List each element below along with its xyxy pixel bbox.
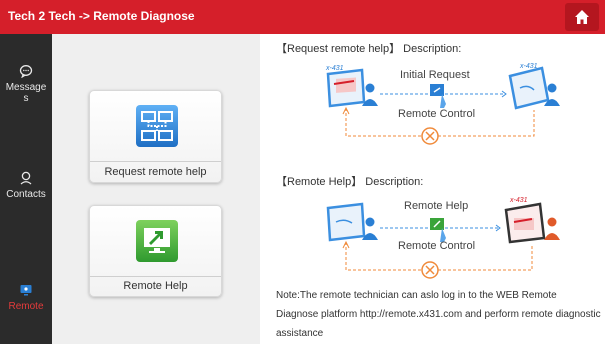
home-button[interactable] (565, 3, 599, 31)
sidebar-item-label: Remote (8, 301, 44, 312)
sidebar-item-contacts[interactable]: Contacts (0, 171, 52, 200)
remote-control-label: Remote Control (398, 240, 476, 252)
action-panel: Request remote help Remote Help (52, 34, 260, 344)
remote-help-label: Remote Help (123, 280, 188, 292)
home-icon (575, 10, 589, 24)
section-title: 【Remote Help】 Description: (276, 176, 424, 188)
screen-arrow-icon (136, 220, 178, 262)
tools-icon (421, 261, 439, 279)
sidebar-item-remote[interactable]: Remote (0, 283, 52, 312)
remote-help-diagram-label: Remote Help (404, 200, 469, 212)
message-icon (19, 65, 33, 78)
sidebar-item-label: Contacts (6, 189, 46, 200)
tablet-right-icon (504, 202, 546, 244)
title-bar: Tech 2 Tech -> Remote Diagnose (0, 0, 605, 34)
contacts-icon (20, 171, 32, 185)
card-divider (90, 161, 221, 162)
request-remote-help-label: Request remote help (104, 166, 207, 178)
svg-text:x-431: x-431 (325, 65, 344, 72)
card-divider (90, 276, 221, 277)
sidebar: Messages Contacts Remote (0, 34, 52, 344)
initial-request-label: Initial Request (400, 69, 470, 81)
request-help-diagram: x-431 x-431 Initial Request Remote Contr… (320, 58, 560, 148)
cursor-icon (430, 218, 446, 242)
tablet-right-icon (508, 66, 550, 110)
section-title: 【Request remote help】 Description: (276, 43, 462, 55)
remote-icon (20, 285, 32, 296)
svg-text:x-431: x-431 (519, 63, 538, 70)
tools-icon (421, 127, 439, 145)
note-text: Note:The remote technician can aslo log … (276, 290, 601, 339)
page-title: Tech 2 Tech -> Remote Diagnose (8, 9, 195, 23)
remote-help-diagram: x-431 Remote Help Remote Control (320, 192, 560, 282)
tablet-left-icon (326, 68, 366, 108)
cursor-icon (430, 84, 446, 108)
svg-text:x-431: x-431 (509, 197, 528, 204)
sidebar-item-messages[interactable]: Messages (0, 64, 52, 104)
network-share-icon (136, 105, 178, 147)
remote-control-label: Remote Control (398, 108, 476, 120)
remote-help-button[interactable]: Remote Help (89, 205, 222, 297)
app-window: Tech 2 Tech -> Remote Diagnose Messages … (0, 0, 605, 344)
request-remote-help-button[interactable]: Request remote help (89, 90, 222, 183)
tablet-left-icon (326, 202, 366, 242)
description-panel: 【Request remote help】 Description: x-431… (260, 34, 605, 344)
person-right-icon (544, 217, 560, 240)
sidebar-item-label: Messages (5, 82, 47, 104)
